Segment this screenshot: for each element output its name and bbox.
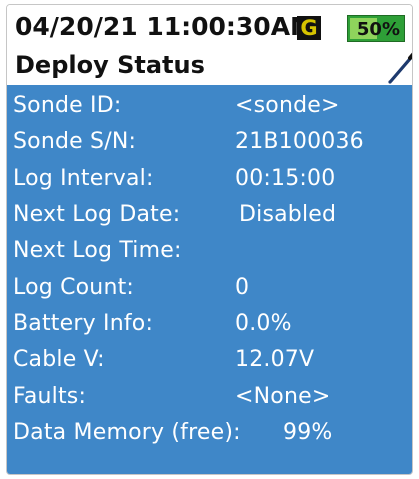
cable-v-value: 12.07V	[235, 347, 315, 372]
next-log-date-value: Disabled	[239, 202, 337, 227]
datetime: 04/20/21 11:00:30AM	[15, 12, 315, 41]
cable-v-label: Cable V:	[13, 347, 105, 372]
battery-label: 50%	[356, 19, 400, 40]
log-count-value: 0	[235, 275, 250, 300]
log-interval-label: Log Interval:	[13, 166, 154, 191]
sonde-sn-label: Sonde S/N:	[13, 129, 137, 154]
next-log-date-label: Next Log Date:	[13, 202, 181, 227]
faults-value: <None>	[235, 384, 331, 409]
log-count-label: Log Count:	[13, 275, 135, 300]
battery-info-label: Battery Info:	[13, 311, 154, 336]
data-memory-label: Data Memory (free):	[13, 420, 241, 445]
status-header: 04/20/21 11:00:30AM G 50% Deploy Status	[7, 5, 412, 85]
sonde-id-label: Sonde ID:	[13, 93, 122, 118]
gps-badge: G	[297, 16, 321, 40]
next-log-time-label: Next Log Time:	[13, 238, 182, 263]
battery-info-value: 0.0%	[235, 311, 292, 336]
log-interval-value: 00:15:00	[235, 166, 336, 191]
page-title: Deploy Status	[15, 51, 205, 79]
sonde-sn-value: 21B100036	[235, 129, 364, 154]
deploy-status-panel: Sonde ID: <sonde> Sonde S/N: 21B100036 L…	[7, 85, 412, 474]
sonde-id-value: <sonde>	[235, 93, 340, 118]
battery-indicator: 50%	[347, 15, 405, 42]
pen-icon[interactable]	[385, 45, 413, 85]
device-screen: 04/20/21 11:00:30AM G 50% Deploy Status …	[6, 4, 413, 475]
data-memory-value: 99%	[283, 420, 333, 445]
faults-label: Faults:	[13, 384, 87, 409]
